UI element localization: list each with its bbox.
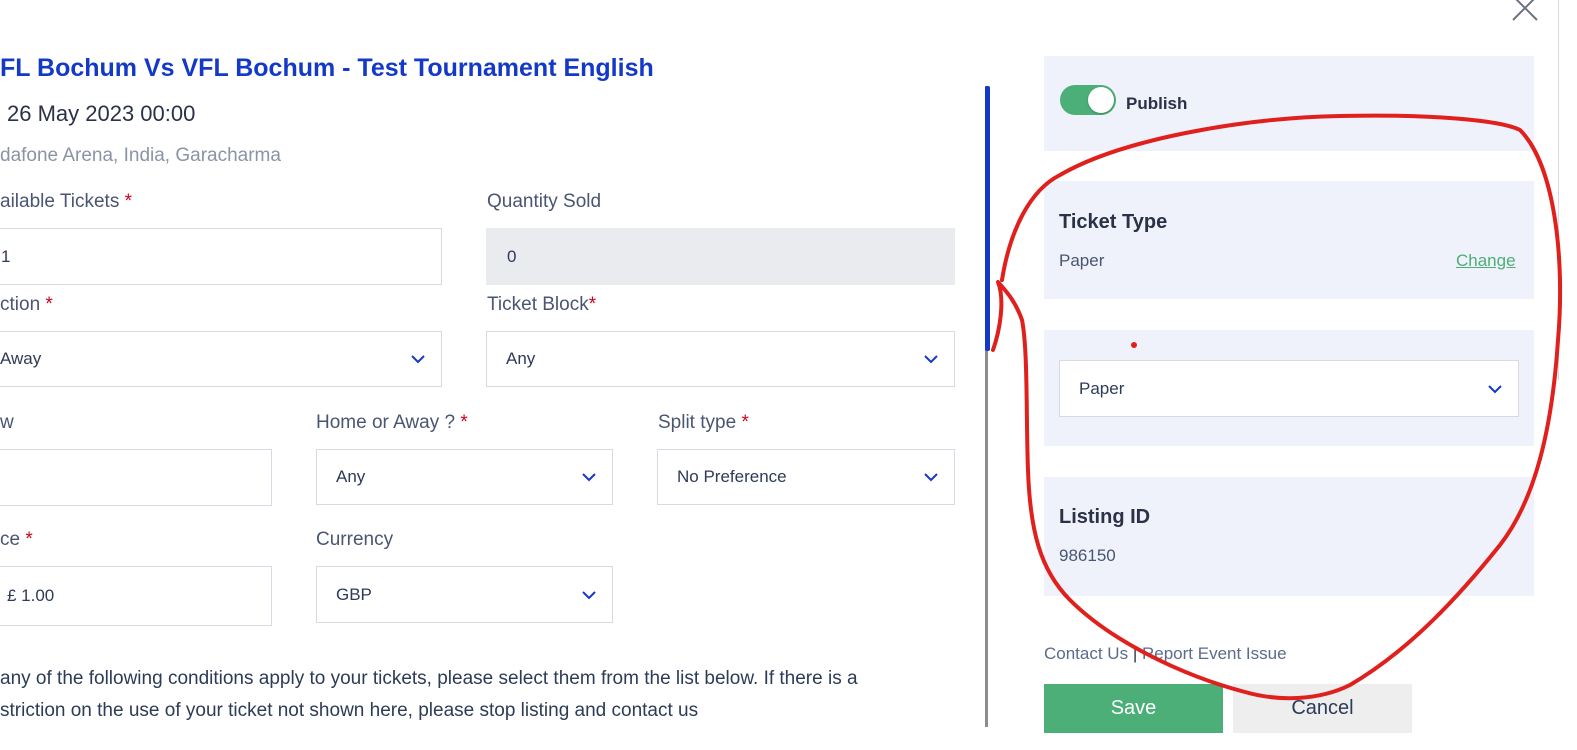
annotation-dot (1131, 342, 1137, 348)
annotation-circle (991, 113, 1563, 701)
annotation-stroke (991, 113, 1563, 701)
